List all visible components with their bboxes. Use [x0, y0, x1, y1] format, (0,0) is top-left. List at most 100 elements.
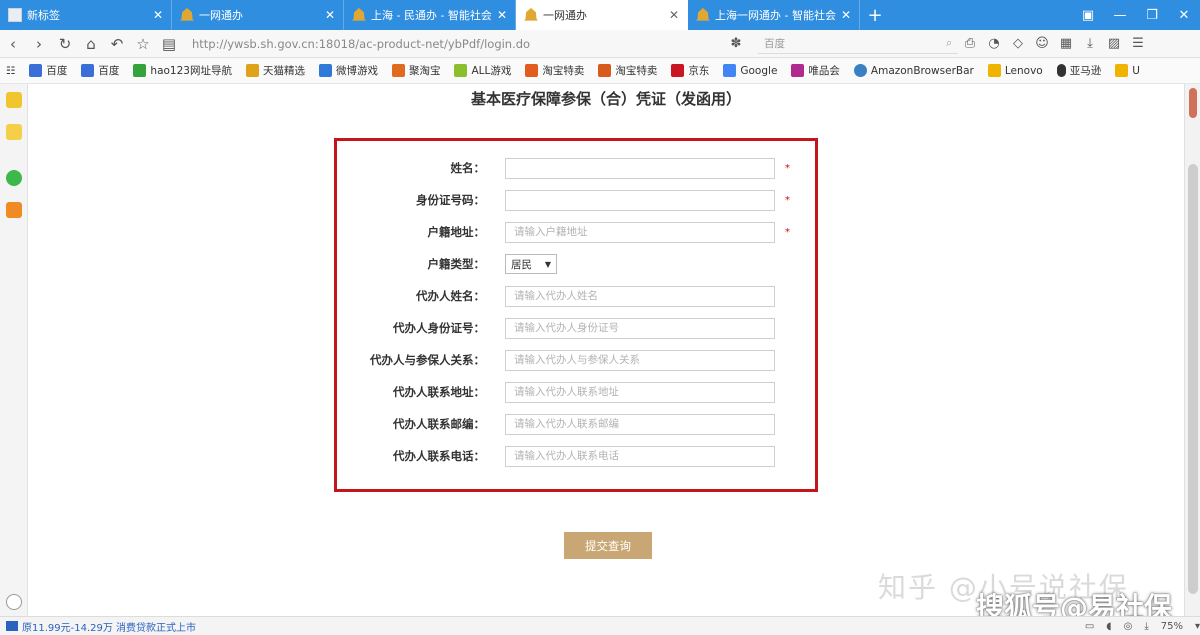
bookmark-item[interactable]: Lenovo	[987, 64, 1043, 77]
close-icon[interactable]: ✕	[669, 8, 679, 22]
new-tab-button[interactable]: +	[860, 0, 890, 30]
form-row-agent-relation: 代办人与参保人关系：	[337, 349, 815, 371]
restore-icon[interactable]: ❐	[1136, 8, 1168, 23]
bookmark-item[interactable]: 唯品会	[791, 63, 840, 78]
required-mark: *	[785, 226, 790, 238]
zoom-level[interactable]: 75%	[1161, 621, 1183, 632]
tab-1[interactable]: 一网通办 ✕	[172, 0, 344, 30]
menu-icon[interactable]: ☰	[1126, 36, 1150, 51]
folder-icon	[987, 64, 1001, 77]
address-field[interactable]	[505, 221, 775, 243]
agent-id-field[interactable]	[505, 317, 775, 339]
zoom-dropdown-icon[interactable]: ▾	[1195, 621, 1200, 632]
site-icon	[524, 8, 538, 21]
bookmark-item[interactable]: U	[1115, 64, 1140, 77]
status-news-link[interactable]: 原11.99元-14.29万 消费贷款正式上市	[22, 619, 196, 634]
bookmark-icon	[29, 64, 43, 77]
id-number-field[interactable]	[505, 189, 775, 211]
bookmark-icon	[525, 64, 539, 77]
vertical-scrollbar[interactable]	[1184, 84, 1200, 616]
search-placeholder: 百度	[764, 37, 785, 50]
bookmark-item[interactable]: 百度	[81, 63, 119, 78]
reload-icon[interactable]: ↻	[52, 35, 78, 53]
bookmark-item[interactable]: 京东	[671, 63, 709, 78]
bookmark-item[interactable]: 微博游戏	[318, 63, 378, 78]
window-controls: ▣ — ❐ ✕	[1072, 0, 1200, 30]
agent-address-field[interactable]	[505, 381, 775, 403]
close-window-icon[interactable]: ✕	[1168, 8, 1200, 23]
bookmark-item[interactable]: ALL游戏	[454, 63, 511, 78]
name-field[interactable]	[505, 157, 775, 179]
clean-icon[interactable]: ◇	[1006, 36, 1030, 51]
note-icon[interactable]	[6, 124, 22, 140]
bookmark-item[interactable]: 聚淘宝	[391, 63, 440, 78]
reader-icon[interactable]: ▤	[156, 35, 182, 53]
settings-icon[interactable]	[6, 594, 22, 610]
form-panel: 姓名： * 身份证号码： * 户籍地址： * 户籍类型： 居民 ▼ 代办人姓名：…	[334, 138, 818, 492]
agent-id-label: 代办人身份证号：	[393, 321, 485, 335]
star-icon[interactable]	[6, 92, 22, 108]
tab-4[interactable]: 上海一网通办 - 智能社会 ✕	[688, 0, 860, 30]
form-row-agent-name: 代办人姓名：	[337, 285, 815, 307]
chat-icon[interactable]	[6, 170, 22, 186]
close-icon[interactable]: ✕	[841, 8, 851, 22]
forward-icon[interactable]: ›	[26, 35, 52, 53]
history-icon[interactable]: ◔	[982, 36, 1006, 51]
rss-icon[interactable]	[6, 202, 22, 218]
agent-phone-field[interactable]	[505, 445, 775, 467]
agent-relation-field[interactable]	[505, 349, 775, 371]
camera-icon[interactable]: ▭	[1085, 621, 1094, 632]
bookmark-icon	[598, 64, 612, 77]
network-icon[interactable]: ◎	[1124, 621, 1133, 632]
bookmark-icon	[723, 64, 737, 77]
apps-icon[interactable]: ▦	[1054, 36, 1078, 51]
form-row-agent-address: 代办人联系地址：	[337, 381, 815, 403]
agent-name-field[interactable]	[505, 285, 775, 307]
bookmark-item[interactable]: 百度	[29, 63, 67, 78]
bookmarks-toggle[interactable]: ☷	[6, 65, 15, 77]
bookmark-item[interactable]: 淘宝特卖	[525, 63, 584, 78]
image-icon[interactable]: ▨	[1102, 36, 1126, 51]
sound-icon[interactable]: ◖	[1106, 621, 1111, 632]
close-icon[interactable]: ✕	[497, 8, 507, 22]
close-icon[interactable]: ✕	[153, 8, 163, 22]
bookmark-item[interactable]: 淘宝特卖	[598, 63, 657, 78]
bookmark-item[interactable]: 亚马逊	[1056, 63, 1101, 78]
home-icon[interactable]: ⌂	[78, 35, 104, 53]
search-input[interactable]: 百度 ⌕	[758, 34, 958, 54]
window-menu-icon[interactable]: ▣	[1072, 8, 1104, 23]
scroll-thumb[interactable]	[1188, 164, 1198, 594]
minimize-icon[interactable]: —	[1104, 8, 1136, 23]
paw-icon[interactable]: ✽	[724, 36, 748, 51]
bookmark-item[interactable]: 天猫精选	[245, 63, 305, 78]
page-title: 基本医疗保障参保（合）凭证（发函用）	[470, 90, 741, 108]
favorite-star-icon[interactable]: ☆	[130, 35, 156, 53]
agent-zip-field[interactable]	[505, 413, 775, 435]
submit-query-button[interactable]: 提交查询	[564, 532, 652, 559]
tab-2[interactable]: 上海 - 民通办 - 智能社会 ✕	[344, 0, 516, 30]
tab-label: 新标签	[27, 9, 60, 22]
download-icon[interactable]: ⤓	[1078, 36, 1102, 51]
tab-0[interactable]: 新标签 ✕	[0, 0, 172, 30]
bookmark-item[interactable]: Google	[723, 64, 777, 77]
undo-icon[interactable]: ↶	[104, 35, 130, 53]
bookmark-icon	[318, 64, 332, 77]
back-icon[interactable]: ‹	[0, 35, 26, 53]
scroll-indicator	[1189, 88, 1197, 118]
bookmark-item[interactable]: AmazonBrowserBar	[853, 64, 974, 77]
bookmark-item[interactable]: hao123网址导航	[133, 63, 232, 78]
close-icon[interactable]: ✕	[325, 8, 335, 22]
url-tools: ✽ 百度 ⌕ ⎙ ◔ ◇ ☺ ▦ ⤓ ▨ ☰	[724, 34, 1150, 54]
page-icon	[8, 8, 22, 22]
agent-phone-label: 代办人联系电话：	[393, 449, 485, 463]
search-icon[interactable]: ⌕	[946, 37, 952, 50]
site-icon	[352, 8, 366, 21]
household-type-select[interactable]: 居民 ▼	[505, 254, 557, 274]
download-status-icon[interactable]: ⤓	[1144, 621, 1148, 632]
agent-relation-label: 代办人与参保人关系：	[370, 353, 485, 367]
user-icon[interactable]: ☺	[1030, 36, 1054, 51]
url-field[interactable]: http://ywsb.sh.gov.cn:18018/ac-product-n…	[192, 34, 712, 54]
screenshot-icon[interactable]: ⎙	[958, 36, 982, 51]
tab-3-active[interactable]: 一网通办 ✕	[516, 0, 688, 30]
id-label: 身份证号码：	[416, 193, 485, 207]
